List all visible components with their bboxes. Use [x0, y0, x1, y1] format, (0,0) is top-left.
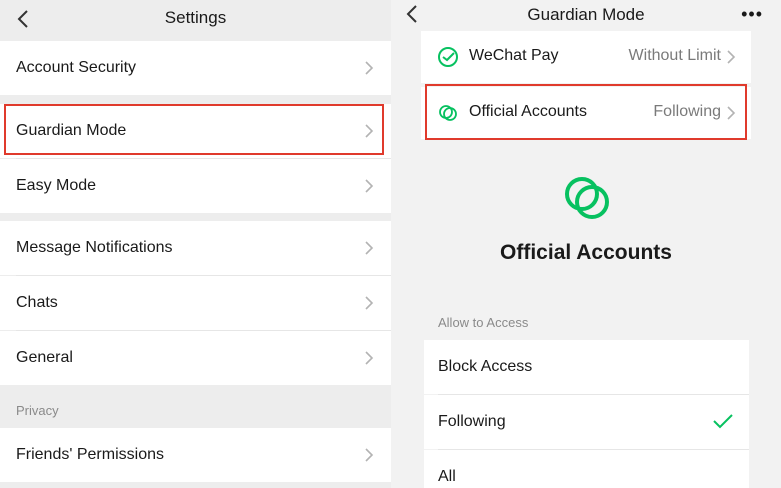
wechat-pay-value: Without Limit — [628, 47, 721, 64]
wechat-pay-label: WeChat Pay — [469, 47, 559, 64]
option-all[interactable]: All — [424, 450, 749, 488]
chevron-right-icon — [365, 351, 374, 365]
chevron-right-icon — [365, 296, 374, 310]
settings-item-label: Easy Mode — [16, 177, 97, 194]
settings-item-label: Account Security — [16, 59, 137, 76]
option-label: Following — [438, 413, 506, 430]
page-title: Guardian Mode — [527, 5, 645, 24]
option-block-access[interactable]: Block Access — [424, 340, 749, 394]
wechat-pay-row[interactable]: WeChat Pay Without Limit — [421, 31, 751, 83]
option-following[interactable]: Following — [424, 395, 749, 449]
settings-item-general[interactable]: General — [0, 331, 391, 385]
highlight-box — [4, 104, 384, 155]
settings-item-account-security[interactable]: Account Security — [0, 41, 391, 95]
settings-item-message-notifications[interactable]: Message Notifications — [0, 221, 391, 275]
page-title: Settings — [164, 8, 227, 27]
chevron-right-icon — [365, 179, 374, 193]
settings-item-label: General — [16, 349, 73, 366]
settings-item-label: Chats — [16, 294, 58, 311]
option-label: Block Access — [438, 358, 533, 375]
settings-panel: Settings Account Security Guardian Mode … — [0, 0, 391, 488]
allow-to-access-label: Allow to Access — [438, 315, 529, 330]
settings-item-friends-permissions[interactable]: Friends' Permissions — [0, 428, 391, 482]
guardian-mode-panel: Guardian Mode ••• WeChat Pay Without Lim… — [391, 0, 781, 488]
settings-item-easy-mode[interactable]: Easy Mode — [0, 159, 391, 213]
privacy-section-label: Privacy — [16, 403, 59, 418]
chevron-right-icon — [727, 50, 736, 64]
settings-item-label: Friends' Permissions — [16, 446, 164, 463]
highlight-box — [425, 84, 747, 140]
settings-item-chats[interactable]: Chats — [0, 276, 391, 330]
option-label: All — [438, 468, 456, 485]
chevron-right-icon — [365, 241, 374, 255]
detail-title: Official Accounts — [500, 241, 672, 264]
settings-item-label: Message Notifications — [16, 239, 173, 256]
official-accounts-logo-icon — [565, 177, 609, 219]
guardian-nav-bar: Guardian Mode ••• — [391, 0, 781, 30]
chevron-right-icon — [365, 61, 374, 75]
chevron-right-icon — [365, 448, 374, 462]
wechat-pay-icon — [438, 47, 458, 67]
settings-nav-bar: Settings — [0, 0, 391, 38]
more-options-button[interactable]: ••• — [741, 4, 763, 25]
checkmark-icon — [713, 414, 733, 429]
